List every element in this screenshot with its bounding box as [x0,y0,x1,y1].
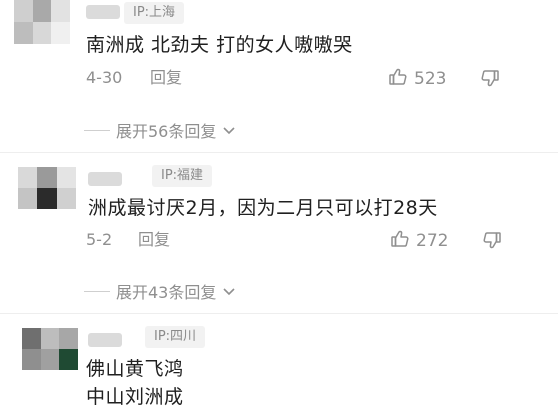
comment-date: 5-2 [86,230,113,249]
reply-button[interactable]: 回复 [138,230,170,250]
expand-replies-button[interactable]: 展开56条回复 [84,118,236,142]
avatar[interactable] [18,167,76,209]
comment-text: 洲成最讨厌2月，因为二月只可以打28天 [88,197,438,219]
ip-location-badge: IP:四川 [145,326,206,348]
dislike-button[interactable] [482,230,502,254]
avatar[interactable] [14,0,70,44]
chevron-down-icon [222,121,236,140]
username-blurred[interactable] [86,5,120,19]
thumbs-up-icon [388,67,408,91]
comment-date: 4-30 [86,68,123,87]
username-blurred[interactable] [88,333,122,347]
expand-replies-label: 展开56条回复 [116,122,217,141]
thumbs-down-icon [480,70,500,92]
expand-replies-label: 展开43条回复 [116,283,217,302]
comment-text: 南洲成 北劲夫 打的女人嗷嗷哭 [86,34,353,56]
dislike-button[interactable] [480,68,500,92]
ip-location-badge: IP:上海 [124,2,185,24]
username-blurred[interactable] [88,172,122,186]
reply-button[interactable]: 回复 [150,68,182,88]
like-count: 523 [414,69,447,89]
comment-text-line: 中山刘洲成 [86,386,184,408]
expand-replies-button[interactable]: 展开43条回复 [84,279,236,303]
like-button[interactable]: 523 [388,67,446,91]
like-count: 272 [416,231,449,251]
thumbs-down-icon [482,232,502,254]
chevron-down-icon [222,282,236,301]
comment-separator [0,313,558,314]
thumbs-up-icon [390,229,410,253]
ip-location-badge: IP:福建 [152,165,213,187]
like-button[interactable]: 272 [390,229,448,253]
divider-line [84,290,110,292]
divider-line [84,129,110,131]
comment-text-line: 佛山黄飞鸿 [86,358,184,380]
comment-separator [0,152,558,153]
avatar[interactable] [22,328,78,370]
